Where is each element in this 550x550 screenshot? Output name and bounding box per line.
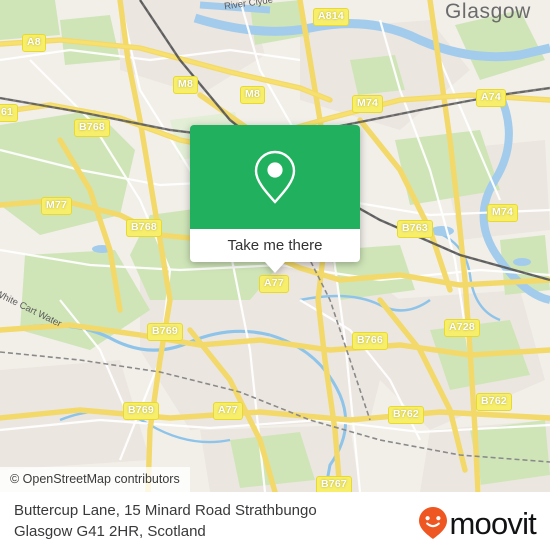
road-shield: M74 xyxy=(352,95,384,113)
road-shield: M8 xyxy=(173,76,198,94)
road-shield: B762 xyxy=(476,393,512,411)
callout-tail xyxy=(265,262,285,273)
moovit-map-screenshot: Glasgow River Clyde White Cart Water A8 A… xyxy=(0,0,550,550)
road-shield: A728 xyxy=(444,319,480,337)
callout-marker-area xyxy=(190,125,360,229)
moovit-logo[interactable]: moovit xyxy=(418,505,537,541)
road-shield: A74 xyxy=(476,89,506,107)
road-shield: B766 xyxy=(352,332,388,350)
road-shield: B768 xyxy=(126,219,162,237)
road-shield: M74 xyxy=(487,204,519,222)
address-line-2: Glasgow G41 2HR, Scotland xyxy=(14,523,206,540)
road-shield: B767 xyxy=(316,476,352,492)
road-shield: B768 xyxy=(74,119,110,137)
take-me-there-label: Take me there xyxy=(227,237,323,254)
road-shield: A77 xyxy=(213,402,243,420)
road-shield: M77 xyxy=(41,197,73,215)
road-shield: A814 xyxy=(313,8,349,26)
location-callout-card[interactable]: Take me there xyxy=(190,125,360,273)
take-me-there-button[interactable]: Take me there xyxy=(190,229,360,273)
address-block: Buttercup Lane, 15 Minard Road Strathbun… xyxy=(14,500,384,542)
road-shield: B769 xyxy=(147,323,183,341)
footer-bar: Buttercup Lane, 15 Minard Road Strathbun… xyxy=(0,492,550,550)
map-pin-icon xyxy=(254,150,296,204)
osm-attribution[interactable]: © OpenStreetMap contributors xyxy=(0,467,190,492)
moovit-wordmark: moovit xyxy=(449,505,536,541)
road-shield: M8 xyxy=(240,86,265,104)
road-shield: B769 xyxy=(123,402,159,420)
road-shield: B763 xyxy=(397,220,433,238)
city-label-glasgow: Glasgow xyxy=(445,0,531,23)
road-shield: A77 xyxy=(259,275,289,293)
address-line-1: Buttercup Lane, 15 Minard Road Strathbun… xyxy=(14,502,317,519)
road-shield: B762 xyxy=(388,406,424,424)
road-shield: 61 xyxy=(0,104,19,122)
road-shield: A8 xyxy=(22,34,46,52)
moovit-smiley-pin-icon xyxy=(419,507,448,539)
